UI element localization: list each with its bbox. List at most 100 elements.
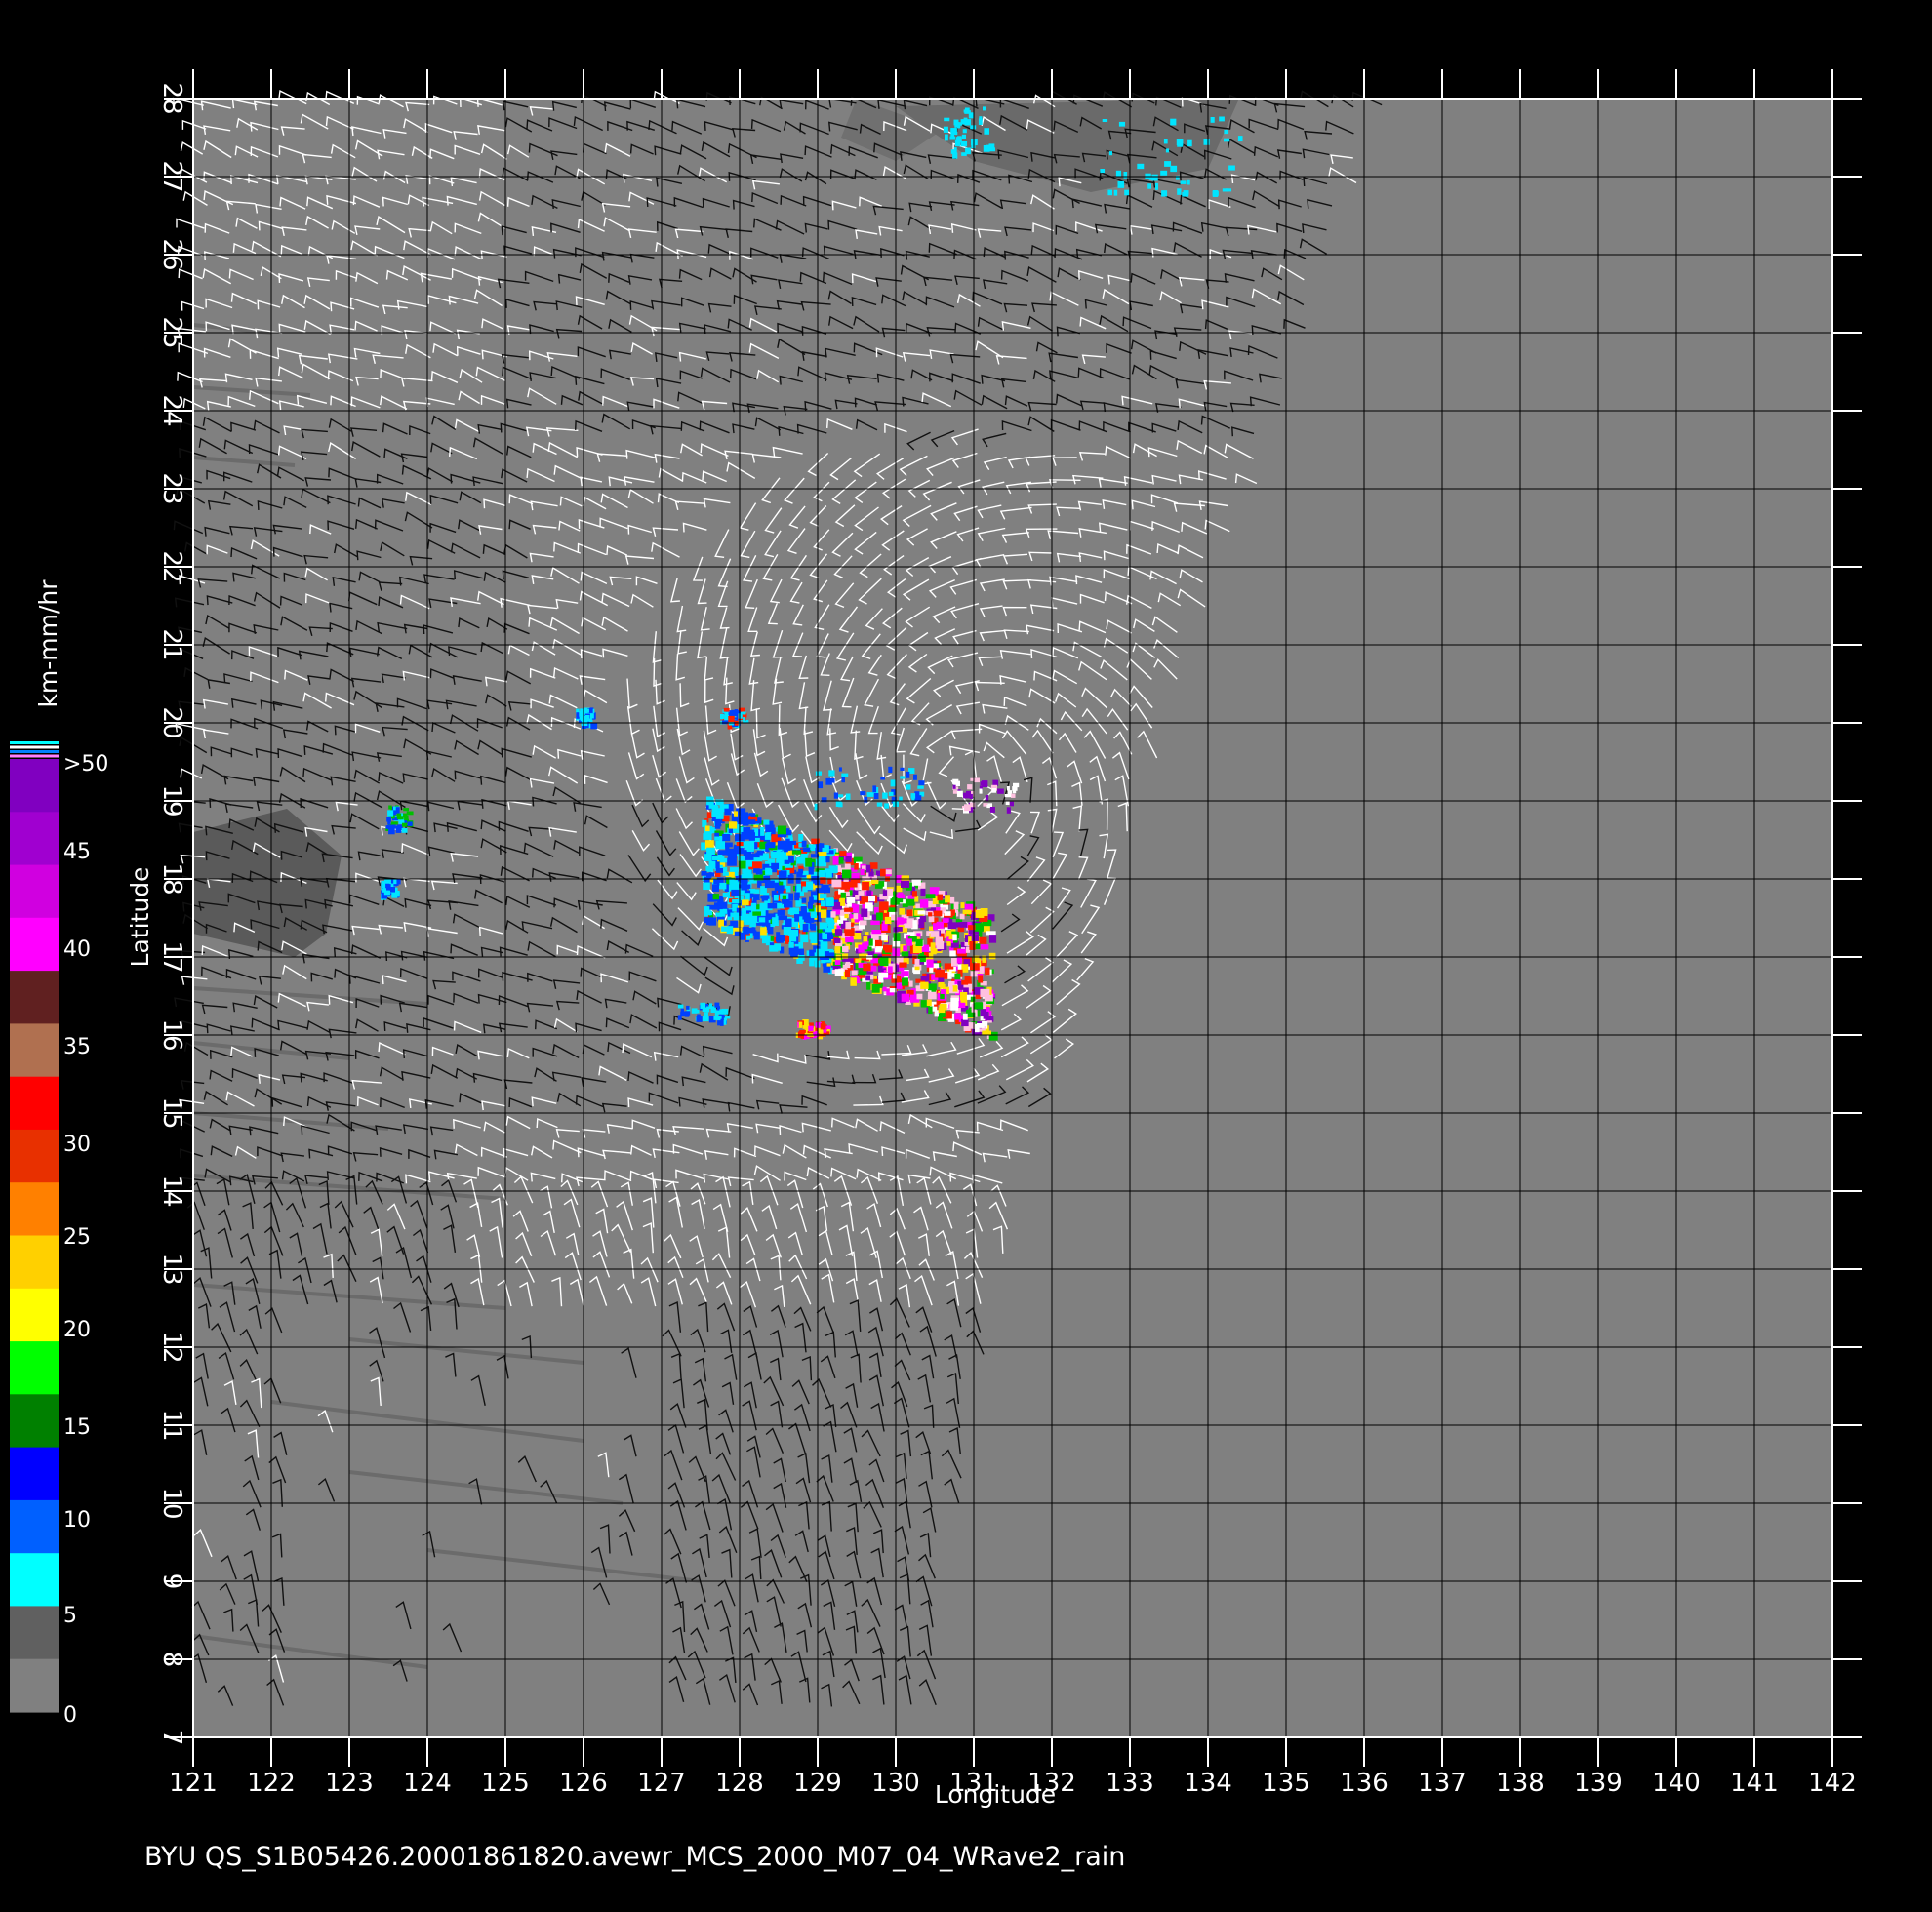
rain-pixel: [760, 827, 765, 836]
colorbar-tick-label: 40: [63, 937, 91, 962]
rain-pixel: [901, 880, 910, 888]
rain-pixel: [746, 841, 755, 851]
rain-pixel: [910, 793, 916, 799]
x-tick-label: 142: [1808, 1769, 1857, 1798]
x-axis-title: Longitude: [935, 1780, 1056, 1809]
rain-pixel: [701, 870, 707, 876]
rain-pixel: [963, 793, 968, 797]
rain-pixel: [871, 984, 880, 993]
rain-pixel: [959, 913, 965, 920]
rain-pixel: [721, 901, 728, 909]
rain-pixel: [738, 920, 744, 928]
rain-pixel: [975, 1023, 980, 1033]
rain-pixel: [935, 936, 944, 946]
rain-pixel: [787, 855, 794, 863]
rain-pixel: [930, 931, 940, 937]
rain-pixel: [722, 720, 729, 725]
colorbar-swatch: [10, 1553, 59, 1608]
rain-pixel: [974, 923, 985, 932]
rain-pixel: [1115, 170, 1122, 177]
x-tick-label: 129: [793, 1769, 842, 1798]
rain-pixel: [767, 903, 778, 909]
rain-pixel: [961, 1018, 969, 1027]
rain-pixel: [979, 116, 983, 122]
rain-pixel: [946, 941, 951, 946]
rain-pixel: [722, 834, 731, 842]
rain-pixel: [899, 796, 903, 802]
rain-pixel: [953, 901, 959, 910]
rain-pixel: [957, 136, 962, 139]
rain-pixel: [871, 880, 879, 885]
y-tick-label: 9: [157, 1573, 186, 1590]
x-tick-label: 140: [1652, 1769, 1701, 1798]
rain-pixel: [962, 1013, 968, 1020]
rain-pixel: [1226, 188, 1232, 192]
rain-pixel: [1113, 189, 1118, 196]
rain-pixel: [989, 807, 995, 813]
rain-pixel: [841, 953, 849, 959]
footer-filename: BYU QS_S1B05426.20001861820.avewr_MCS_20…: [144, 1842, 1125, 1872]
rain-pixel: [730, 912, 740, 918]
rain-pixel: [975, 909, 985, 918]
rain-pixel: [755, 868, 763, 875]
rain-pixel: [760, 927, 767, 936]
rain-pixel: [742, 909, 746, 918]
rain-pixel: [860, 868, 865, 876]
rain-pixel: [732, 880, 738, 888]
rain-pixel: [954, 973, 961, 980]
rain-pixel: [973, 1002, 984, 1010]
rain-pixel: [703, 833, 712, 840]
rain-pixel: [771, 862, 780, 870]
rain-pixel: [938, 1007, 946, 1014]
rain-pixel: [776, 850, 781, 858]
rain-pixel: [719, 909, 726, 917]
rain-pixel: [734, 931, 742, 936]
rain-pixel: [831, 878, 842, 888]
rain-pixel: [950, 909, 955, 916]
rain-pixel: [714, 836, 723, 841]
rain-pixel: [906, 909, 913, 917]
rain-pixel: [957, 927, 965, 933]
rain-pixel: [1005, 801, 1010, 806]
y-tick-label: 22: [157, 550, 186, 582]
rain-pixel: [785, 830, 792, 836]
rain-pixel: [753, 894, 760, 900]
rain-pixel: [932, 1006, 938, 1012]
rain-pixel: [769, 945, 779, 952]
rain-pixel: [878, 881, 885, 887]
rain-pixel: [879, 901, 889, 911]
rain-pixel: [708, 1003, 713, 1010]
rain-pixel: [845, 921, 852, 930]
rain-pixel: [809, 949, 815, 957]
y-tick-label: 12: [157, 1331, 186, 1363]
rain-pixel: [937, 977, 945, 983]
rain-pixel: [700, 1002, 706, 1009]
rain-pixel: [842, 869, 852, 879]
rain-pixel: [868, 938, 873, 946]
rain-pixel: [980, 944, 989, 950]
rain-pixel: [686, 1005, 690, 1010]
y-tick-label: 18: [157, 862, 186, 895]
rain-pixel: [752, 911, 761, 916]
rain-pixel: [881, 923, 888, 931]
rain-pixel: [1170, 165, 1178, 173]
rain-pixel: [816, 948, 825, 958]
rain-pixel: [802, 870, 809, 876]
rain-pixel: [928, 1006, 933, 1015]
rain-pixel: [958, 984, 964, 990]
rain-pixel: [820, 1023, 826, 1030]
rain-pixel: [1004, 794, 1012, 798]
rain-pixel: [715, 840, 726, 850]
rain-pixel: [965, 147, 971, 155]
rain-pixel: [694, 1010, 700, 1014]
rain-pixel: [870, 920, 880, 926]
rain-pixel: [780, 870, 787, 879]
rain-pixel: [841, 777, 846, 783]
rain-pixel: [825, 856, 830, 863]
rain-pixel: [396, 813, 402, 819]
colorbar-tick-label: 15: [63, 1415, 91, 1440]
rain-pixel: [943, 126, 948, 133]
rain-pixel: [950, 997, 959, 1007]
colorbar-swatch: [10, 1658, 59, 1713]
rain-pixel: [915, 938, 923, 946]
